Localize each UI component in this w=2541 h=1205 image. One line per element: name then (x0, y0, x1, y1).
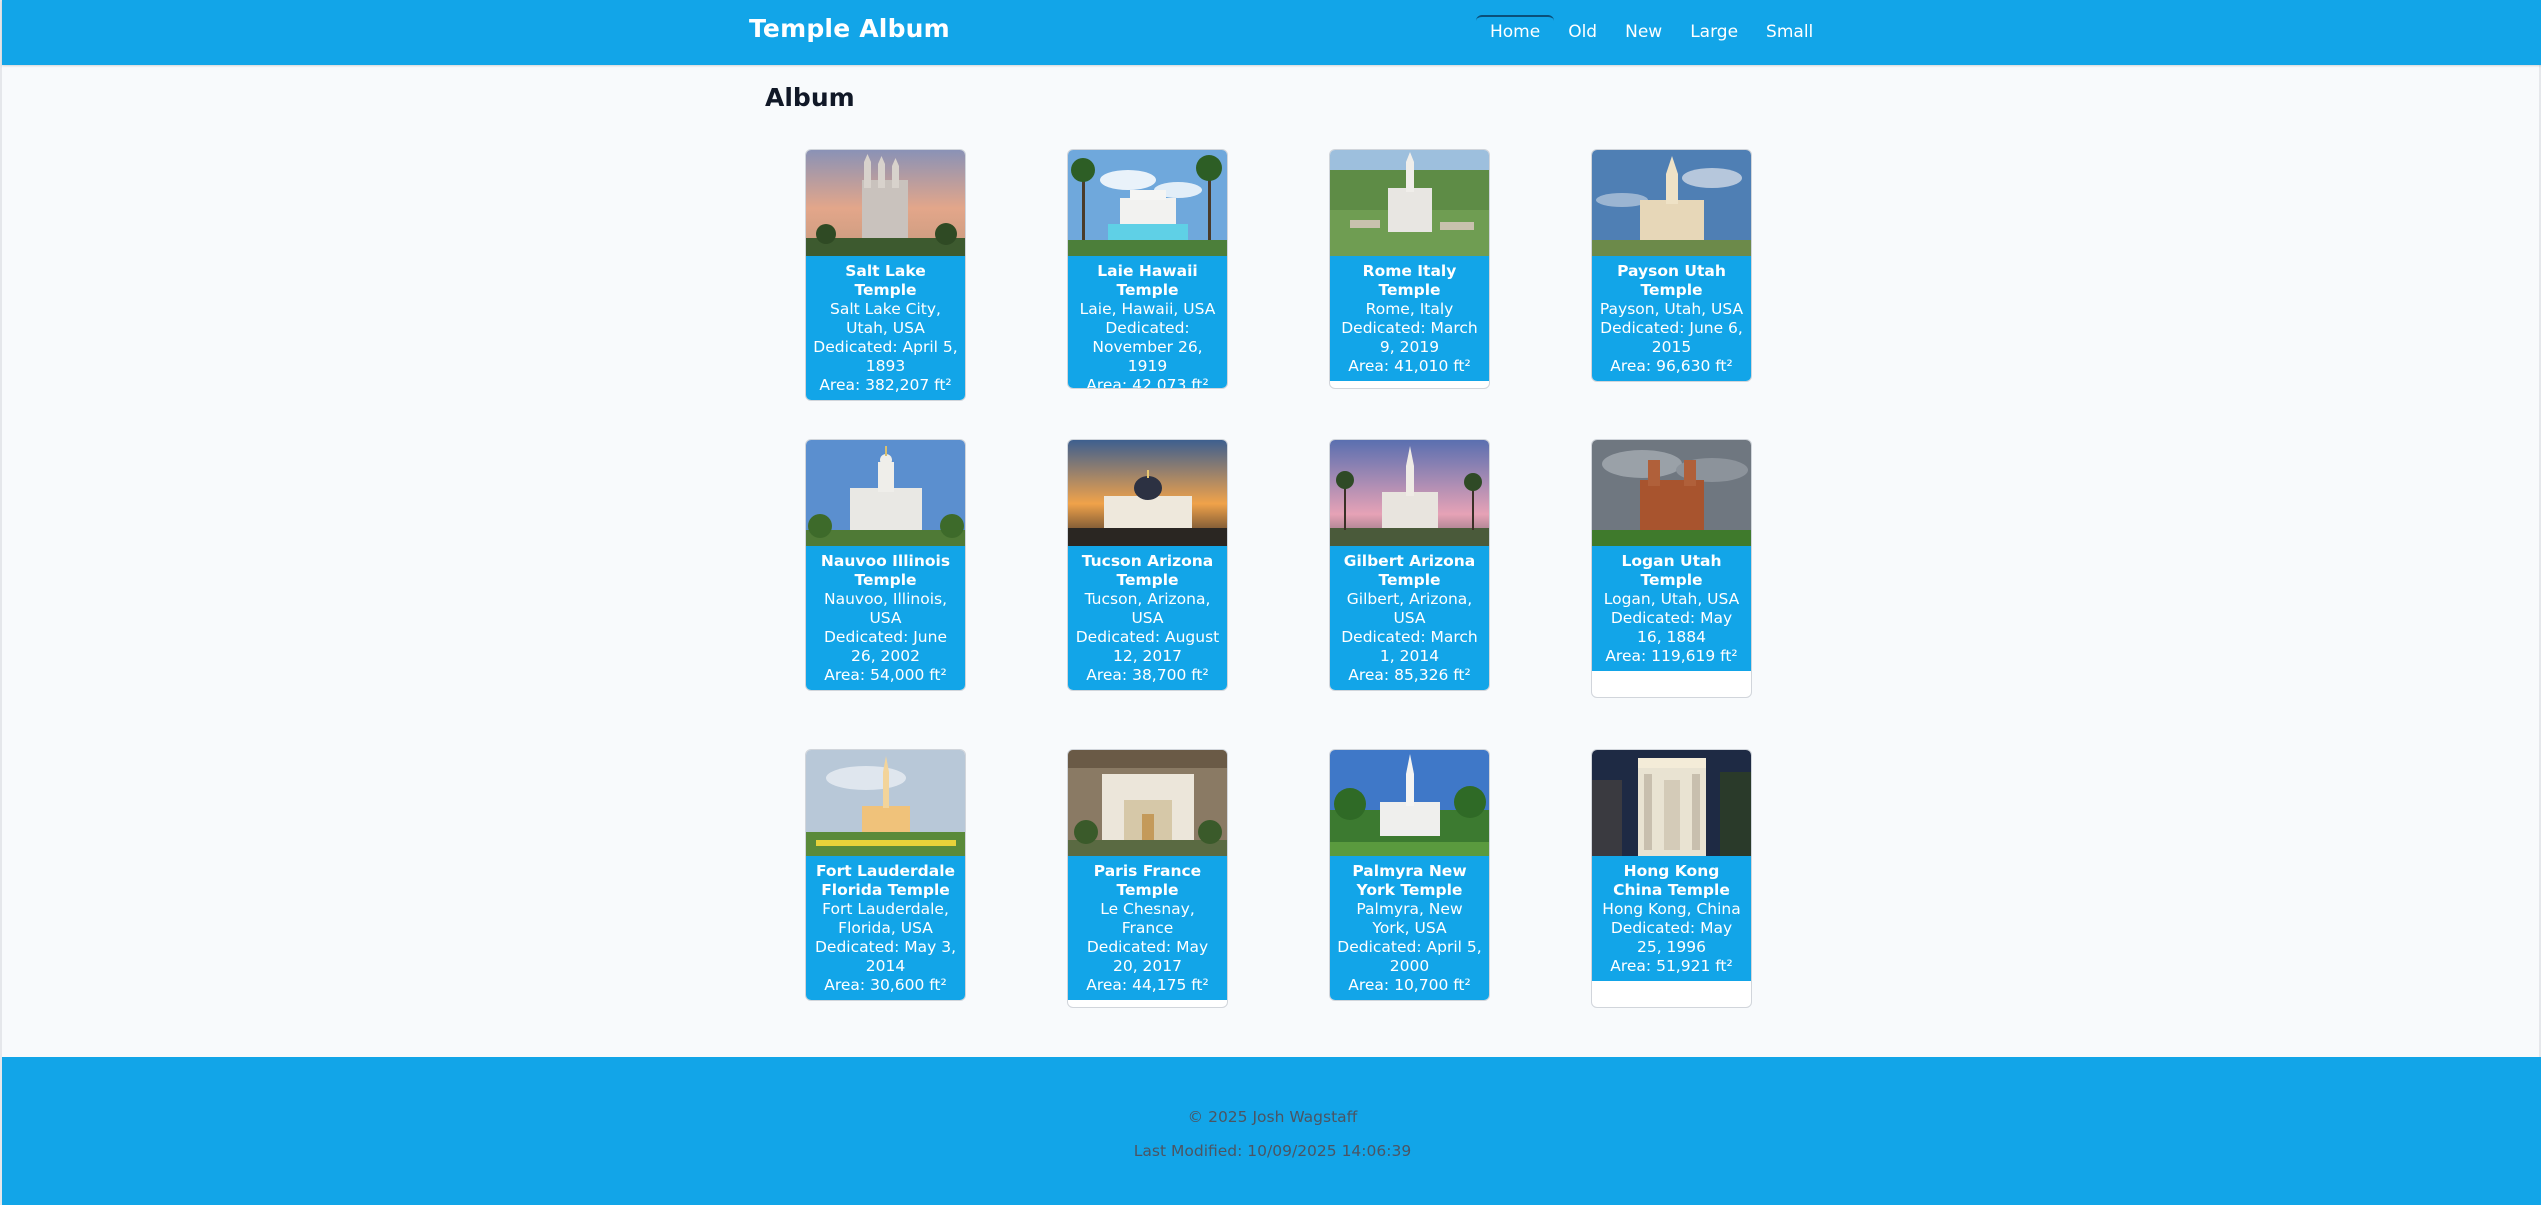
temple-name: Salt Lake Temple (845, 262, 926, 299)
temple-location: Payson, Utah, USA (1599, 300, 1744, 318)
temple-name: Hong Kong China Temple (1613, 862, 1730, 899)
temple-name: Gilbert Arizona Temple (1343, 552, 1476, 589)
temple-info: Laie Hawaii Temple Laie, Hawaii, USA Ded… (1068, 256, 1227, 389)
temple-dedicated: Dedicated: June 26, 2002 (824, 628, 947, 665)
rome-italy-temple-photo (1330, 150, 1489, 256)
paris-france-temple-photo (1068, 750, 1227, 856)
nauvoo-illinois-temple-photo (806, 440, 965, 546)
temple-location: Le Chesnay, France (1100, 900, 1195, 937)
temple-dedicated: Dedicated: August 12, 2017 (1075, 628, 1220, 665)
temple-dedicated: Dedicated: March 1, 2014 (1341, 628, 1478, 665)
temple-name: Tucson Arizona Temple (1081, 552, 1214, 589)
temple-card[interactable]: Fort Lauderdale Florida Temple Fort Laud… (805, 749, 966, 1001)
palmyra-new-york-temple-photo (1330, 750, 1489, 856)
temple-info: Hong Kong China Temple Hong Kong, China … (1592, 856, 1751, 981)
temple-card[interactable]: Hong Kong China Temple Hong Kong, China … (1591, 749, 1752, 1008)
temple-card[interactable]: Laie Hawaii Temple Laie, Hawaii, USA Ded… (1067, 149, 1228, 389)
temple-dedicated: Dedicated: May 3, 2014 (815, 938, 956, 975)
temple-name: Rome Italy Temple (1362, 262, 1457, 299)
temple-area: Area: 382,207 ft² (819, 376, 952, 394)
temple-info: Salt Lake Temple Salt Lake City, Utah, U… (806, 256, 965, 400)
temple-info: Rome Italy Temple Rome, Italy Dedicated:… (1330, 256, 1489, 381)
nav-old[interactable]: Old (1554, 15, 1611, 49)
temple-area: Area: 42,073 ft² (1086, 376, 1209, 389)
temple-dedicated: Dedicated: April 5, 2000 (1337, 938, 1482, 975)
temple-info: Nauvoo Illinois Temple Nauvoo, Illinois,… (806, 546, 965, 690)
temple-name: Nauvoo Illinois Temple (820, 552, 951, 589)
temple-area: Area: 38,700 ft² (1086, 666, 1209, 684)
temple-dedicated: Dedicated: May 25, 1996 (1610, 919, 1733, 956)
temple-dedicated: Dedicated: April 5, 1893 (813, 338, 958, 375)
temple-card[interactable]: Tucson Arizona Temple Tucson, Arizona, U… (1067, 439, 1228, 691)
temple-location: Gilbert, Arizona, USA (1346, 590, 1473, 627)
nav-home[interactable]: Home (1476, 15, 1555, 49)
temple-area: Area: 51,921 ft² (1610, 957, 1733, 975)
gilbert-arizona-temple-photo (1330, 440, 1489, 546)
hong-kong-china-temple-photo (1592, 750, 1751, 856)
temple-area: Area: 30,600 ft² (824, 976, 947, 994)
temple-location: Palmyra, New York, USA (1356, 900, 1463, 937)
site-header: Temple Album Home Old New Large Small (2, 0, 2541, 65)
temple-area: Area: 10,700 ft² (1348, 976, 1471, 994)
temple-dedicated: Dedicated: June 6, 2015 (1600, 319, 1743, 356)
temple-area: Area: 96,630 ft² (1610, 357, 1733, 375)
temple-dedicated: Dedicated: May 20, 2017 (1086, 938, 1209, 975)
temple-card[interactable]: Logan Utah Temple Logan, Utah, USA Dedic… (1591, 439, 1752, 698)
temple-info: Palmyra New York Temple Palmyra, New Yor… (1330, 856, 1489, 1000)
temple-card[interactable]: Palmyra New York Temple Palmyra, New Yor… (1329, 749, 1490, 1001)
temple-card[interactable]: Rome Italy Temple Rome, Italy Dedicated:… (1329, 149, 1490, 389)
laie-hawaii-temple-photo (1068, 150, 1227, 256)
last-modified-text: Last Modified: 10/09/2025 14:06:39 (1133, 1142, 1412, 1160)
salt-lake-temple-photo (806, 150, 965, 256)
temple-info: Payson Utah Temple Payson, Utah, USA Ded… (1592, 256, 1751, 381)
temple-name: Fort Lauderdale Florida Temple (815, 862, 956, 899)
temple-area: Area: 119,619 ft² (1605, 647, 1738, 665)
temple-dedicated: Dedicated: March 9, 2019 (1341, 319, 1478, 356)
temple-info: Paris France Temple Le Chesnay, France D… (1068, 856, 1227, 1000)
site-title[interactable]: Temple Album (749, 14, 950, 43)
page: Temple Album Home Old New Large Small Al… (0, 0, 2541, 1205)
temple-dedicated: Dedicated: May 16, 1884 (1610, 609, 1733, 646)
temple-info: Fort Lauderdale Florida Temple Fort Laud… (806, 856, 965, 1000)
main-nav: Home Old New Large Small (1476, 15, 1827, 49)
temple-location: Logan, Utah, USA (1603, 590, 1740, 608)
temple-card[interactable]: Payson Utah Temple Payson, Utah, USA Ded… (1591, 149, 1752, 382)
temple-card[interactable]: Nauvoo Illinois Temple Nauvoo, Illinois,… (805, 439, 966, 691)
tucson-arizona-temple-photo (1068, 440, 1227, 546)
temple-location: Nauvoo, Illinois, USA (823, 590, 948, 627)
temple-area: Area: 44,175 ft² (1086, 976, 1209, 994)
temple-location: Hong Kong, China (1602, 900, 1741, 918)
temple-name: Paris France Temple (1093, 862, 1202, 899)
temple-area: Area: 85,326 ft² (1348, 666, 1471, 684)
temple-info: Gilbert Arizona Temple Gilbert, Arizona,… (1330, 546, 1489, 690)
temple-info: Tucson Arizona Temple Tucson, Arizona, U… (1068, 546, 1227, 690)
page-heading: Album (765, 83, 855, 112)
temple-location: Fort Lauderdale, Florida, USA (822, 900, 949, 937)
temple-card[interactable]: Paris France Temple Le Chesnay, France D… (1067, 749, 1228, 1008)
temple-name: Palmyra New York Temple (1352, 862, 1467, 899)
fort-lauderdale-temple-photo (806, 750, 965, 856)
nav-large[interactable]: Large (1676, 15, 1752, 49)
temple-name: Logan Utah Temple (1621, 552, 1722, 589)
nav-small[interactable]: Small (1752, 15, 1827, 49)
temple-area: Area: 54,000 ft² (824, 666, 947, 684)
temple-card[interactable]: Salt Lake Temple Salt Lake City, Utah, U… (805, 149, 966, 401)
payson-utah-temple-photo (1592, 150, 1751, 256)
nav-new[interactable]: New (1611, 15, 1676, 49)
temple-name: Payson Utah Temple (1617, 262, 1726, 299)
temple-dedicated: Dedicated: November 26, 1919 (1092, 319, 1203, 375)
logan-utah-temple-photo (1592, 440, 1751, 546)
temple-location: Rome, Italy (1365, 300, 1454, 318)
temple-card[interactable]: Gilbert Arizona Temple Gilbert, Arizona,… (1329, 439, 1490, 691)
temple-location: Salt Lake City, Utah, USA (830, 300, 941, 337)
temple-name: Laie Hawaii Temple (1097, 262, 1198, 299)
temple-info: Logan Utah Temple Logan, Utah, USA Dedic… (1592, 546, 1751, 671)
copyright-text: © 2025 Josh Wagstaff (1187, 1108, 1358, 1126)
temple-area: Area: 41,010 ft² (1348, 357, 1471, 375)
temple-location: Tucson, Arizona, USA (1084, 590, 1211, 627)
temple-location: Laie, Hawaii, USA (1079, 300, 1216, 318)
site-footer: © 2025 Josh Wagstaff Last Modified: 10/0… (2, 1057, 2541, 1205)
